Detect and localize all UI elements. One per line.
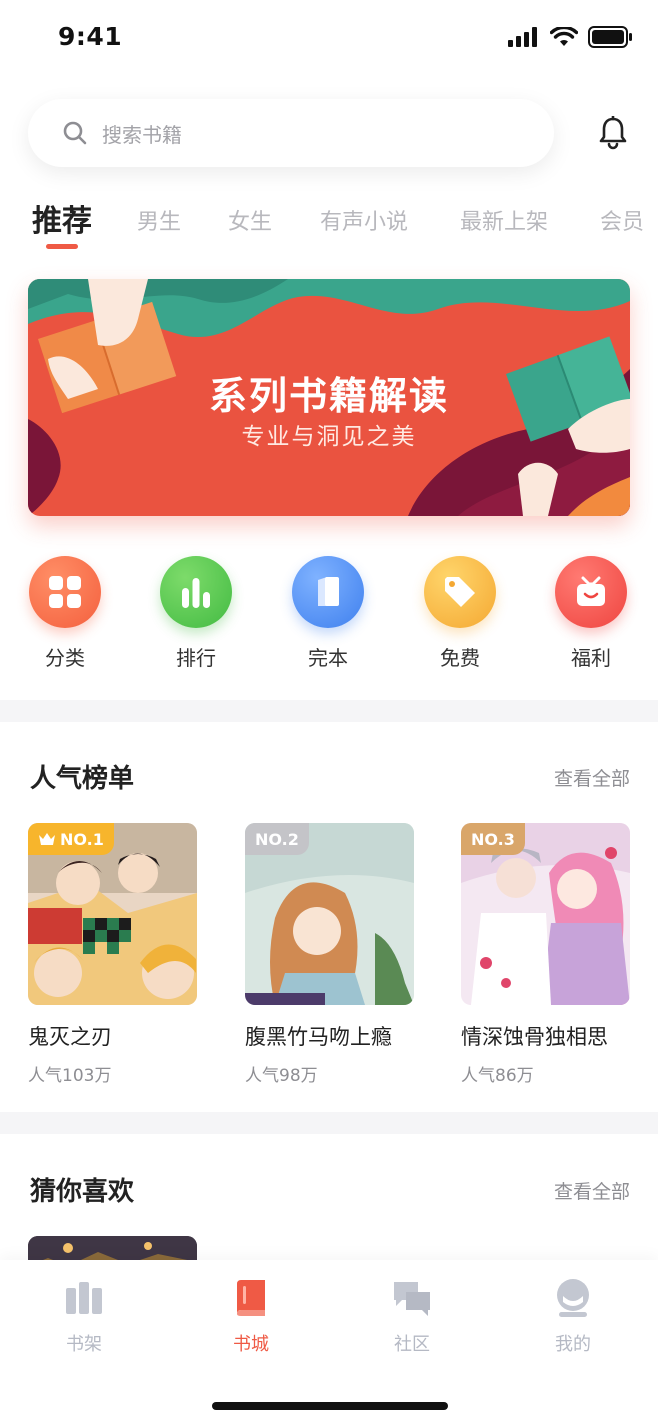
tab-audio-novel[interactable]: 有声小说 [320, 204, 408, 236]
tab-new-arrivals[interactable]: 最新上架 [460, 204, 548, 236]
book-cover: NO.3 [461, 823, 630, 1005]
nav-profile[interactable]: 我的 [518, 1278, 628, 1356]
nav-label: 社区 [394, 1334, 430, 1355]
quick-entry-label: 福利 [571, 646, 611, 670]
status-bar: 9:41 [0, 0, 658, 76]
bottom-navigation: 书架 书城 社区 我的 [0, 1260, 658, 1425]
tab-male[interactable]: 男生 [137, 204, 181, 236]
category-tabs: 推荐 男生 女生 有声小说 最新上架 会员 [32, 196, 658, 256]
book-card[interactable]: NO.1 鬼灭之刃 人气103万 [28, 823, 197, 1086]
grid-icon [29, 556, 101, 628]
section-divider [0, 700, 658, 722]
book-cover: NO.1 [28, 823, 197, 1005]
rank-label: NO.1 [60, 829, 104, 849]
wifi-icon [550, 27, 578, 46]
section-divider [0, 1112, 658, 1134]
quick-entry-free[interactable]: 免费 [405, 556, 515, 671]
nav-label: 书架 [66, 1334, 102, 1355]
battery-icon [588, 26, 632, 48]
quick-entry-benefits[interactable]: 福利 [536, 556, 646, 671]
app-screen: 9:41 搜索书籍 推荐 男生 女生 有声小说 最新上架 会员 系列书籍解读 专… [0, 0, 658, 1425]
community-icon [394, 1282, 430, 1316]
cellular-signal-icon [508, 27, 537, 47]
popular-view-all-link[interactable]: 查看全部 [554, 764, 630, 791]
status-time: 9:41 [58, 22, 123, 51]
search-icon [63, 121, 87, 145]
book-icon [292, 556, 364, 628]
tag-icon [424, 556, 496, 628]
quick-entries: 分类 排行 完本 免费 福利 [0, 556, 658, 676]
quick-entry-completed[interactable]: 完本 [273, 556, 383, 671]
crown-icon [39, 833, 55, 845]
book-title: 情深蚀骨独相思 [461, 1025, 608, 1049]
gift-icon [555, 556, 627, 628]
bookshelf-icon [66, 1282, 102, 1314]
book-popularity: 人气98万 [245, 1066, 318, 1086]
tab-vip[interactable]: 会员 [600, 204, 644, 236]
rank-badge: NO.2 [245, 823, 309, 855]
nav-community[interactable]: 社区 [357, 1278, 467, 1356]
quick-entry-category[interactable]: 分类 [10, 556, 120, 671]
home-indicator [212, 1402, 448, 1410]
book-cover: NO.2 [245, 823, 414, 1005]
quick-entry-label: 免费 [440, 646, 480, 670]
quick-entry-label: 排行 [176, 646, 216, 670]
rank-badge: NO.3 [461, 823, 525, 855]
nav-label: 书城 [233, 1334, 269, 1355]
book-title: 鬼灭之刃 [28, 1025, 112, 1049]
tab-recommend[interactable]: 推荐 [32, 196, 92, 240]
book-popularity: 人气86万 [461, 1066, 534, 1086]
quick-entry-label: 完本 [308, 646, 348, 670]
search-placeholder: 搜索书籍 [102, 122, 182, 147]
nav-bookshelf[interactable]: 书架 [29, 1278, 139, 1356]
book-popularity: 人气103万 [28, 1066, 112, 1086]
bookstore-icon [237, 1280, 265, 1316]
banner-title: 系列书籍解读 [208, 374, 449, 418]
active-tab-indicator [46, 244, 78, 249]
rank-label: NO.3 [471, 829, 515, 849]
search-bar[interactable]: 搜索书籍 [28, 99, 554, 167]
tab-female[interactable]: 女生 [228, 204, 272, 236]
guess-view-all-link[interactable]: 查看全部 [554, 1177, 630, 1204]
book-title: 腹黑竹马吻上瘾 [245, 1025, 392, 1049]
status-icons [508, 26, 632, 48]
nav-bookstore[interactable]: 书城 [196, 1278, 306, 1356]
bar-chart-icon [160, 556, 232, 628]
quick-entry-ranking[interactable]: 排行 [141, 556, 251, 671]
book-card[interactable]: NO.3 情深蚀骨独相思 人气86万 [461, 823, 630, 1086]
guess-section-title: 猜你喜欢 [30, 1177, 135, 1207]
rank-label: NO.2 [255, 829, 299, 849]
popular-section-title: 人气榜单 [30, 764, 135, 794]
promo-banner[interactable]: 系列书籍解读 专业与洞见之美 [28, 279, 630, 516]
banner-subtitle: 专业与洞见之美 [241, 424, 417, 450]
nav-label: 我的 [555, 1334, 591, 1355]
profile-icon [557, 1279, 589, 1317]
bell-icon[interactable] [597, 116, 629, 150]
quick-entry-label: 分类 [45, 646, 85, 670]
book-card[interactable]: NO.2 腹黑竹马吻上瘾 人气98万 [245, 823, 414, 1086]
rank-badge: NO.1 [28, 823, 114, 855]
